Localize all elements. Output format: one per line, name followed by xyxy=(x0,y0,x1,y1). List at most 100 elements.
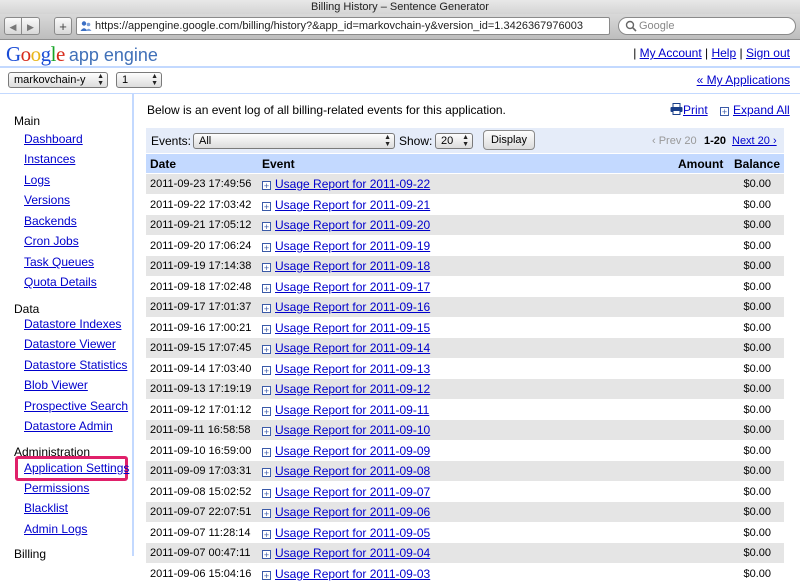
expand-row-icon[interactable]: + xyxy=(262,324,271,334)
usage-report-link[interactable]: Usage Report for 2011-09-22 xyxy=(275,177,430,191)
prev-page-link: ‹ Prev 20 xyxy=(652,135,697,147)
sign-out-link[interactable]: Sign out xyxy=(746,46,790,60)
nav-datastore-admin[interactable]: Datastore Admin xyxy=(24,419,113,433)
nav-dashboard[interactable]: Dashboard xyxy=(24,132,83,146)
back-button[interactable]: ◀ xyxy=(4,17,22,35)
nav-application-settings[interactable]: Application Settings xyxy=(24,461,129,475)
row-balance: $0.00 xyxy=(743,547,771,559)
nav-logs[interactable]: Logs xyxy=(24,173,50,187)
table-row: 2011-09-12 17:01:12 + Usage Report for 201… xyxy=(146,399,784,421)
usage-report-link[interactable]: Usage Report for 2011-09-11 xyxy=(275,403,429,417)
expand-row-icon[interactable]: + xyxy=(262,406,271,416)
expand-all-link[interactable]: + Expand All xyxy=(720,103,790,117)
nav-permissions[interactable]: Permissions xyxy=(24,481,89,495)
app-select[interactable]: markovchain-y ▲ ▼ xyxy=(8,72,108,88)
table-row: 2011-09-17 17:01:37 + Usage Report for 201… xyxy=(146,297,784,317)
print-link[interactable]: Print xyxy=(670,103,708,117)
row-date: 2011-09-17 17:01:37 xyxy=(150,301,252,313)
usage-report-link[interactable]: Usage Report for 2011-09-14 xyxy=(275,341,430,355)
expand-row-icon[interactable]: + xyxy=(262,242,271,252)
nav-blacklist[interactable]: Blacklist xyxy=(24,501,68,515)
expand-all-label[interactable]: Expand All xyxy=(733,103,790,117)
usage-report-link[interactable]: Usage Report for 2011-09-04 xyxy=(275,546,430,560)
show-label: Show: xyxy=(399,134,433,148)
google-app-engine-logo[interactable]: Google app engine xyxy=(6,42,158,67)
expand-row-icon[interactable]: + xyxy=(262,283,271,293)
next-page-link[interactable]: Next 20 › xyxy=(732,135,777,147)
expand-row-icon[interactable]: + xyxy=(262,386,271,396)
expand-row-icon[interactable]: + xyxy=(262,201,271,211)
table-row: 2011-09-15 17:07:45 + Usage Report for 201… xyxy=(146,338,784,358)
expand-row-icon[interactable]: + xyxy=(262,304,271,314)
usage-report-link[interactable]: Usage Report for 2011-09-15 xyxy=(275,321,430,335)
nav-admin-logs[interactable]: Admin Logs xyxy=(24,522,87,536)
help-link[interactable]: Help xyxy=(711,46,736,60)
table-row: 2011-09-11 16:58:58 + Usage Report for 201… xyxy=(146,420,784,440)
url-bar[interactable]: https://appengine.google.com/billing/his… xyxy=(76,17,610,35)
usage-report-link[interactable]: Usage Report for 2011-09-03 xyxy=(275,567,430,581)
usage-report-link[interactable]: Usage Report for 2011-09-16 xyxy=(275,300,430,314)
expand-row-icon[interactable]: + xyxy=(262,488,271,498)
usage-report-link[interactable]: Usage Report for 2011-09-18 xyxy=(275,259,430,273)
my-applications-link[interactable]: « My Applications xyxy=(697,73,790,87)
usage-report-link[interactable]: Usage Report for 2011-09-20 xyxy=(275,218,430,232)
row-balance: $0.00 xyxy=(743,260,771,272)
nav-quota-details[interactable]: Quota Details xyxy=(24,275,97,289)
row-balance: $0.00 xyxy=(743,321,771,334)
display-button[interactable]: Display xyxy=(483,130,535,150)
expand-row-icon[interactable]: + xyxy=(262,181,271,191)
usage-report-link[interactable]: Usage Report for 2011-09-10 xyxy=(275,423,430,437)
nav-datastore-statistics[interactable]: Datastore Statistics xyxy=(24,358,127,372)
usage-report-link[interactable]: Usage Report for 2011-09-08 xyxy=(275,464,430,478)
expand-row-icon[interactable]: + xyxy=(262,529,271,539)
expand-row-icon[interactable]: + xyxy=(262,550,271,560)
usage-report-link[interactable]: Usage Report for 2011-09-06 xyxy=(275,505,430,519)
row-date: 2011-09-18 17:02:48 xyxy=(150,280,252,293)
search-icon xyxy=(625,20,637,32)
usage-report-link[interactable]: Usage Report for 2011-09-07 xyxy=(275,485,430,499)
logo-letter: G xyxy=(6,42,21,66)
expand-row-icon[interactable]: + xyxy=(262,222,271,232)
expand-row-icon[interactable]: + xyxy=(262,263,271,273)
expand-row-icon[interactable]: + xyxy=(262,345,271,355)
expand-row-icon[interactable]: + xyxy=(262,468,271,478)
table-header: Date Event Amount Balance xyxy=(146,154,784,173)
col-date: Date xyxy=(150,157,177,171)
usage-report-link[interactable]: Usage Report for 2011-09-17 xyxy=(275,280,430,294)
usage-report-link[interactable]: Usage Report for 2011-09-12 xyxy=(275,382,430,396)
my-account-link[interactable]: My Account xyxy=(640,46,702,60)
expand-row-icon[interactable]: + xyxy=(262,570,271,580)
expand-row-icon[interactable]: + xyxy=(262,447,271,457)
nav-datastore-viewer[interactable]: Datastore Viewer xyxy=(24,337,116,351)
expand-row-icon[interactable]: + xyxy=(262,427,271,437)
new-tab-button[interactable]: + xyxy=(54,17,72,35)
nav-instances[interactable]: Instances xyxy=(24,152,75,166)
show-count-select[interactable]: 20 ▲ ▼ xyxy=(435,133,473,149)
usage-report-link[interactable]: Usage Report for 2011-09-21 xyxy=(275,198,430,212)
nav-backends[interactable]: Backends xyxy=(24,214,77,228)
search-field[interactable]: Google xyxy=(618,17,796,35)
updown-arrows-icon: ▲ ▼ xyxy=(151,73,158,87)
usage-report-link[interactable]: Usage Report for 2011-09-19 xyxy=(275,239,430,253)
row-date: 2011-09-07 00:47:11 xyxy=(150,547,251,559)
usage-report-link[interactable]: Usage Report for 2011-09-05 xyxy=(275,526,430,540)
nav-datastore-indexes[interactable]: Datastore Indexes xyxy=(24,317,121,331)
row-balance: $0.00 xyxy=(743,383,771,395)
events-select[interactable]: All ▲ ▼ xyxy=(193,133,395,149)
nav-task-queues[interactable]: Task Queues xyxy=(24,255,94,269)
row-event: + Usage Report for 2011-09-11 xyxy=(262,400,429,421)
usage-report-link[interactable]: Usage Report for 2011-09-13 xyxy=(275,362,430,376)
expand-row-icon[interactable]: + xyxy=(262,365,271,375)
expand-row-icon[interactable]: + xyxy=(262,509,271,519)
row-date: 2011-09-16 17:00:21 xyxy=(150,321,252,334)
nav-prospective-search[interactable]: Prospective Search xyxy=(24,399,128,413)
nav-versions[interactable]: Versions xyxy=(24,193,70,207)
print-label[interactable]: Print xyxy=(683,103,708,117)
forward-button[interactable]: ▶ xyxy=(22,17,40,35)
nav-cron-jobs[interactable]: Cron Jobs xyxy=(24,234,79,248)
nav-blob-viewer[interactable]: Blob Viewer xyxy=(24,378,88,392)
browser-toolbar: ◀ ▶ + https://appengine.google.com/billi… xyxy=(0,14,800,40)
version-select[interactable]: 1 ▲ ▼ xyxy=(116,72,162,88)
row-balance: $0.00 xyxy=(743,239,771,252)
usage-report-link[interactable]: Usage Report for 2011-09-09 xyxy=(275,444,430,458)
